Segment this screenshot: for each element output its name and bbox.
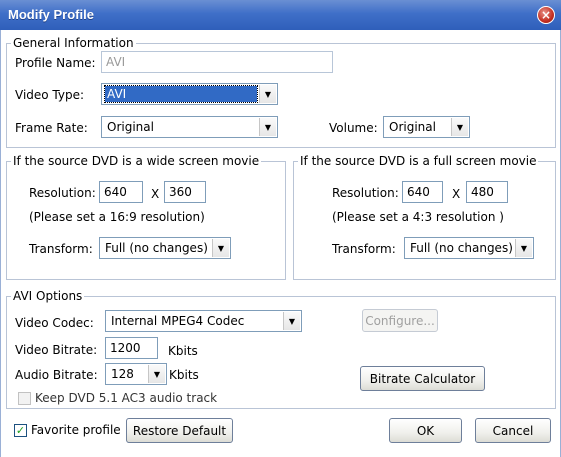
wide-resolution-hint: (Please set a 16:9 resolution) <box>29 210 205 224</box>
keep-ac3-label: Keep DVD 5.1 AC3 audio track <box>35 391 218 405</box>
wide-transform-value: Full (no changes) <box>105 241 208 255</box>
audio-bitrate-value: 128 <box>111 367 134 381</box>
full-width-input[interactable]: 640 <box>402 181 443 203</box>
chevron-down-icon[interactable]: ▼ <box>515 239 532 257</box>
general-information-legend: General Information <box>13 36 134 50</box>
volume-label: Volume: <box>329 121 378 135</box>
title-bar[interactable]: Modify Profile × <box>0 0 561 30</box>
wide-height-input[interactable]: 360 <box>164 181 206 203</box>
video-codec-label: Video Codec: <box>15 316 94 330</box>
close-icon[interactable]: × <box>537 6 555 24</box>
frame-rate-label: Frame Rate: <box>15 121 88 135</box>
wide-resolution-label: Resolution: <box>29 186 96 200</box>
configure-button[interactable]: Configure... <box>362 309 438 332</box>
full-screen-legend: If the source DVD is a full screen movie <box>300 154 537 168</box>
video-bitrate-input[interactable]: 1200 <box>105 337 158 359</box>
volume-select[interactable]: Original ▼ <box>383 116 470 138</box>
full-height-input[interactable]: 480 <box>466 181 508 203</box>
audio-bitrate-select[interactable]: 128 ▼ <box>105 363 167 385</box>
wide-screen-legend: If the source DVD is a wide screen movie <box>13 154 260 168</box>
profile-name-field[interactable]: AVI <box>101 51 333 73</box>
favorite-profile-checkbox[interactable]: ✓ <box>14 424 27 437</box>
video-type-label: Video Type: <box>15 88 85 102</box>
full-transform-value: Full (no changes) <box>410 241 513 255</box>
frame-rate-value: Original <box>107 120 154 134</box>
full-x-separator: X <box>452 187 461 201</box>
chevron-down-icon[interactable]: ▼ <box>259 85 276 103</box>
bitrate-calculator-button[interactable]: Bitrate Calculator <box>360 366 485 391</box>
wide-x-separator: X <box>151 187 160 201</box>
video-codec-select[interactable]: Internal MPEG4 Codec ▼ <box>105 310 302 332</box>
chevron-down-icon[interactable]: ▼ <box>451 118 468 136</box>
chevron-down-icon[interactable]: ▼ <box>283 312 300 330</box>
cancel-button[interactable]: Cancel <box>475 418 551 443</box>
restore-default-button[interactable]: Restore Default <box>126 418 233 443</box>
favorite-profile-label: Favorite profile <box>31 423 121 437</box>
full-resolution-hint: (Please set a 4:3 resolution ) <box>332 210 504 224</box>
frame-rate-select[interactable]: Original ▼ <box>101 116 278 138</box>
audio-bitrate-unit: Kbits <box>169 368 199 382</box>
keep-ac3-checkbox[interactable] <box>18 392 31 405</box>
chevron-down-icon[interactable]: ▼ <box>259 118 276 136</box>
chevron-down-icon[interactable]: ▼ <box>148 365 165 383</box>
ok-button[interactable]: OK <box>389 418 462 443</box>
volume-value: Original <box>389 120 436 134</box>
wide-transform-label: Transform: <box>29 242 93 256</box>
modify-profile-window: Modify Profile × General Information Pro… <box>0 0 561 457</box>
video-type-select[interactable]: AVI ▼ <box>101 83 278 105</box>
wide-transform-select[interactable]: Full (no changes) ▼ <box>99 237 231 259</box>
video-bitrate-label: Video Bitrate: <box>15 343 98 357</box>
wide-width-input[interactable]: 640 <box>99 181 143 203</box>
full-transform-select[interactable]: Full (no changes) ▼ <box>404 237 534 259</box>
video-bitrate-unit: Kbits <box>168 344 198 358</box>
audio-bitrate-label: Audio Bitrate: <box>15 368 98 382</box>
video-type-value: AVI <box>104 85 258 103</box>
full-transform-label: Transform: <box>332 242 396 256</box>
window-title: Modify Profile <box>8 7 94 22</box>
dialog-body: General Information Profile Name: AVI Vi… <box>0 30 561 457</box>
chevron-down-icon[interactable]: ▼ <box>212 239 229 257</box>
video-codec-value: Internal MPEG4 Codec <box>111 314 245 328</box>
full-resolution-label: Resolution: <box>332 186 399 200</box>
avi-options-legend: AVI Options <box>13 289 83 303</box>
profile-name-label: Profile Name: <box>15 56 96 70</box>
